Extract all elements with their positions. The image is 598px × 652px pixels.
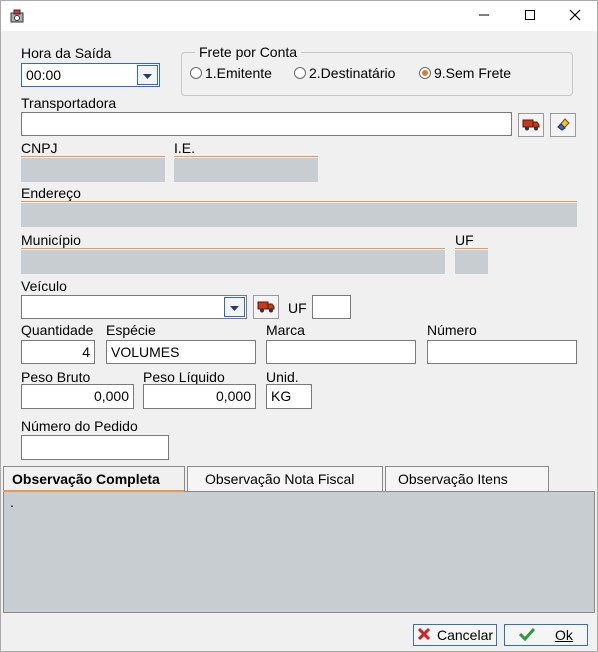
peso-bruto-label: Peso Bruto bbox=[21, 369, 91, 385]
observacao-textarea[interactable]: . bbox=[3, 491, 595, 613]
peso-bruto-input[interactable]: 0,000 bbox=[21, 384, 134, 409]
cnpj-label: CNPJ bbox=[21, 140, 58, 156]
peso-liquido-label: Peso Líquido bbox=[143, 369, 225, 385]
cancel-x-icon bbox=[417, 627, 431, 644]
frete-option-destinatario[interactable]: 2.Destinatário bbox=[294, 65, 395, 81]
uf-field bbox=[455, 250, 488, 274]
veiculo-dropdown-button[interactable] bbox=[224, 297, 245, 317]
marca-label: Marca bbox=[266, 322, 305, 338]
frete-group-title: Frete por Conta bbox=[195, 44, 302, 60]
eraser-icon bbox=[555, 116, 571, 135]
tab-label: Observação Completa bbox=[12, 471, 160, 487]
transportadora-label: Transportadora bbox=[21, 95, 117, 111]
numero-label: Número bbox=[427, 322, 477, 338]
especie-label: Espécie bbox=[106, 322, 156, 338]
tab-observacao-nota-fiscal[interactable]: Observação Nota Fiscal bbox=[187, 466, 383, 492]
unid-label: Unid. bbox=[266, 369, 299, 385]
endereco-field bbox=[21, 203, 577, 227]
veiculo-select[interactable] bbox=[21, 295, 247, 319]
peso-liquido-value: 0,000 bbox=[215, 388, 251, 404]
dialog-window: Hora da Saída 00:00 Frete por Conta 1.Em… bbox=[0, 0, 598, 652]
truck-icon bbox=[257, 298, 275, 317]
active-tab-underline bbox=[3, 490, 184, 492]
maximize-icon bbox=[524, 8, 536, 24]
cnpj-underline bbox=[21, 156, 165, 157]
search-transportadora-button[interactable] bbox=[518, 113, 544, 137]
tab-label: Observação Itens bbox=[398, 471, 508, 487]
transportadora-input[interactable] bbox=[21, 112, 512, 136]
cnpj-field bbox=[21, 158, 165, 182]
frete-option-label: 9.Sem Frete bbox=[434, 65, 512, 81]
tab-observacao-itens[interactable]: Observação Itens bbox=[385, 466, 549, 492]
ie-underline bbox=[174, 156, 318, 157]
frete-option-emitente[interactable]: 1.Emitente bbox=[190, 65, 272, 81]
observacao-text: . bbox=[10, 494, 14, 510]
municipio-label: Município bbox=[21, 232, 81, 248]
marca-input[interactable] bbox=[266, 340, 416, 364]
ok-button-label: Ok bbox=[555, 627, 573, 643]
veiculo-uf-input[interactable] bbox=[312, 295, 351, 319]
radio-button-destinatario[interactable] bbox=[294, 67, 306, 79]
peso-liquido-input[interactable]: 0,000 bbox=[143, 384, 256, 409]
app-icon bbox=[9, 8, 25, 24]
cancel-button-label: Cancelar bbox=[436, 627, 494, 643]
endereco-label: Endereço bbox=[21, 185, 81, 201]
frete-option-sem-frete[interactable]: 9.Sem Frete bbox=[419, 65, 511, 81]
municipio-field bbox=[21, 250, 445, 274]
quantidade-value: 4 bbox=[82, 344, 90, 360]
uf-label: UF bbox=[455, 232, 474, 248]
numero-pedido-label: Número do Pedido bbox=[21, 418, 138, 434]
tab-label: Observação Nota Fiscal bbox=[205, 471, 355, 487]
maximize-button[interactable] bbox=[507, 1, 553, 31]
peso-bruto-value: 0,000 bbox=[93, 388, 129, 404]
minimize-icon bbox=[478, 8, 490, 24]
uf-underline bbox=[455, 248, 488, 249]
ie-field bbox=[174, 158, 318, 182]
unid-input[interactable]: KG bbox=[266, 384, 312, 409]
close-icon bbox=[569, 8, 581, 24]
ie-label: I.E. bbox=[174, 140, 196, 156]
quantidade-label: Quantidade bbox=[21, 322, 94, 338]
numero-input[interactable] bbox=[427, 340, 577, 364]
frete-option-label: 1.Emitente bbox=[205, 65, 272, 81]
radio-button-sem-frete[interactable] bbox=[419, 67, 431, 79]
title-bar bbox=[1, 1, 597, 31]
truck-icon bbox=[522, 116, 540, 135]
veiculo-label: Veículo bbox=[21, 278, 67, 294]
clear-transportadora-button[interactable] bbox=[550, 113, 576, 137]
ok-check-icon bbox=[518, 627, 536, 644]
ok-button[interactable]: Ok bbox=[504, 624, 588, 646]
numero-pedido-input[interactable] bbox=[21, 435, 169, 460]
cancel-button[interactable]: Cancelar bbox=[413, 624, 497, 646]
hora-saida-value: 00:00 bbox=[26, 67, 62, 83]
minimize-button[interactable] bbox=[461, 1, 507, 31]
hora-saida-dropdown-button[interactable] bbox=[137, 65, 158, 85]
endereco-underline bbox=[21, 201, 577, 202]
especie-input[interactable]: VOLUMES bbox=[106, 340, 256, 364]
frete-option-label: 2.Destinatário bbox=[309, 65, 396, 81]
tab-observacao-completa[interactable]: Observação Completa bbox=[3, 466, 185, 492]
especie-value: VOLUMES bbox=[111, 344, 180, 360]
radio-button-emitente[interactable] bbox=[190, 67, 202, 79]
quantidade-input[interactable]: 4 bbox=[21, 340, 95, 364]
veiculo-uf-label: UF bbox=[288, 300, 307, 316]
dropdown-arrow-icon bbox=[230, 299, 239, 315]
municipio-underline bbox=[21, 248, 445, 249]
close-button[interactable] bbox=[552, 1, 598, 31]
hora-saida-label: Hora da Saída bbox=[21, 45, 112, 61]
dropdown-arrow-icon bbox=[143, 67, 152, 83]
unid-value: KG bbox=[271, 388, 292, 404]
search-veiculo-button[interactable] bbox=[253, 295, 279, 319]
